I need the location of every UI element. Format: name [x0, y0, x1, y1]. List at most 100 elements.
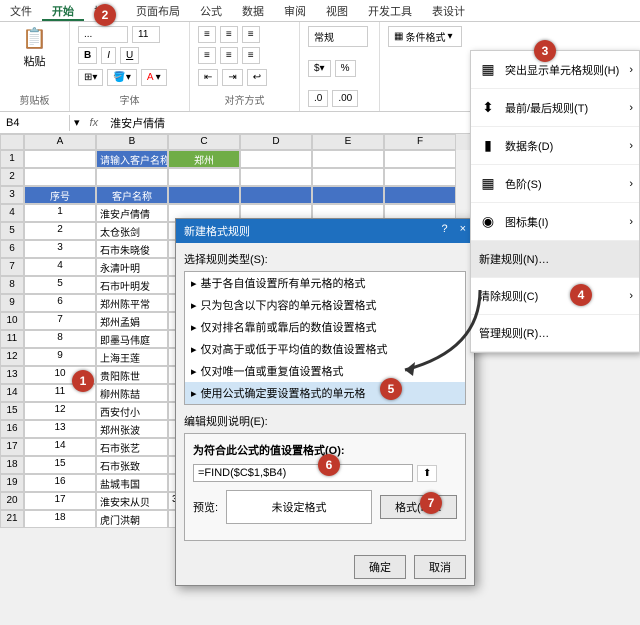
cell[interactable]: 郑州陈平常 — [96, 294, 168, 312]
font-name-dropdown[interactable]: ... — [78, 26, 128, 43]
cell[interactable]: 永清叶明 — [96, 258, 168, 276]
cell[interactable] — [384, 168, 456, 186]
font-size-dropdown[interactable]: 11 — [132, 26, 160, 43]
col-header[interactable]: A — [24, 134, 96, 150]
cell[interactable]: 西安付小 — [96, 402, 168, 420]
font-color-button[interactable]: A▾ — [141, 69, 167, 86]
cell[interactable]: 序号 — [24, 186, 96, 204]
row-header[interactable]: 1 — [0, 150, 24, 168]
menu-clear-rules[interactable]: 清除规则(C)› — [471, 278, 639, 315]
fx-icon[interactable]: fx — [84, 117, 105, 129]
percent-button[interactable]: % — [335, 60, 356, 77]
ok-button[interactable]: 确定 — [354, 555, 406, 579]
cell[interactable]: 贵阳陈世 — [96, 366, 168, 384]
cell[interactable]: 柳州陈喆 — [96, 384, 168, 402]
rule-type-item[interactable]: ▸ 使用公式确定要设置格式的单元格 — [185, 382, 465, 404]
cell[interactable]: 客户名称 — [96, 186, 168, 204]
cell[interactable]: 4 — [24, 258, 96, 276]
dec-dec[interactable]: .00 — [332, 90, 358, 107]
row-header[interactable]: 17 — [0, 438, 24, 456]
cell[interactable] — [312, 186, 384, 204]
cell[interactable]: 上海王莲 — [96, 348, 168, 366]
cell[interactable]: 8 — [24, 330, 96, 348]
cell[interactable]: 淮安卢倩倩 — [96, 204, 168, 222]
border-button[interactable]: ⊞▾ — [78, 69, 103, 86]
menu-color-scales[interactable]: ▦色阶(S)› — [471, 165, 639, 203]
tab-tabledesign[interactable]: 表设计 — [422, 0, 475, 21]
cell[interactable] — [312, 150, 384, 168]
select-all-corner[interactable] — [0, 134, 24, 150]
tab-view[interactable]: 视图 — [316, 0, 358, 21]
cell[interactable] — [240, 168, 312, 186]
currency-button[interactable]: $▾ — [308, 60, 331, 77]
range-picker-icon[interactable]: ⬆ — [417, 465, 437, 482]
tab-dev[interactable]: 开发工具 — [358, 0, 422, 21]
cell[interactable] — [240, 150, 312, 168]
align-bot[interactable]: ≡ — [242, 26, 260, 43]
cell[interactable]: 石市叶明发 — [96, 276, 168, 294]
paste-button[interactable]: 📋 粘贴 — [8, 26, 61, 69]
align-center[interactable]: ≡ — [220, 47, 238, 64]
namebox-dropdown-icon[interactable]: ▾ — [70, 116, 84, 129]
align-right[interactable]: ≡ — [242, 47, 260, 64]
underline-button[interactable]: U — [120, 47, 139, 64]
indent-dec[interactable]: ⇤ — [198, 69, 218, 86]
menu-icon-sets[interactable]: ◉图标集(I)› — [471, 203, 639, 241]
cell[interactable] — [168, 186, 240, 204]
menu-manage-rules[interactable]: 管理规则(R)… — [471, 315, 639, 352]
tab-review[interactable]: 审阅 — [274, 0, 316, 21]
row-header[interactable]: 8 — [0, 276, 24, 294]
number-format-dropdown[interactable]: 常规 — [308, 26, 368, 47]
align-mid[interactable]: ≡ — [220, 26, 238, 43]
row-header[interactable]: 11 — [0, 330, 24, 348]
cell[interactable]: 即墨马伟庭 — [96, 330, 168, 348]
row-header[interactable]: 12 — [0, 348, 24, 366]
cell[interactable] — [240, 186, 312, 204]
tab-layout[interactable]: 页面布局 — [126, 0, 190, 21]
cell[interactable]: 15 — [24, 456, 96, 474]
indent-inc[interactable]: ⇥ — [222, 69, 242, 86]
tab-data[interactable]: 数据 — [232, 0, 274, 21]
menu-top-bottom[interactable]: ⬍最前/最后规则(T)› — [471, 89, 639, 127]
dialog-titlebar[interactable]: 新建格式规则 ?× — [176, 219, 474, 243]
align-top[interactable]: ≡ — [198, 26, 216, 43]
menu-highlight-rules[interactable]: ▦突出显示单元格规则(H)› — [471, 51, 639, 89]
menu-new-rule[interactable]: 新建规则(N)… — [471, 241, 639, 278]
col-header[interactable]: B — [96, 134, 168, 150]
row-header[interactable]: 18 — [0, 456, 24, 474]
cell[interactable]: 郑州 — [168, 150, 240, 168]
close-button[interactable]: × — [460, 223, 466, 235]
cancel-button[interactable]: 取消 — [414, 555, 466, 579]
row-header[interactable]: 19 — [0, 474, 24, 492]
cell[interactable]: 太仓张剑 — [96, 222, 168, 240]
cell[interactable]: 石市张艺 — [96, 438, 168, 456]
cell[interactable]: 6 — [24, 294, 96, 312]
cell[interactable] — [312, 168, 384, 186]
format-button[interactable]: 格式(F)… — [380, 495, 457, 519]
col-header[interactable]: F — [384, 134, 456, 150]
cell[interactable]: 郑州张波 — [96, 420, 168, 438]
cell[interactable]: 7 — [24, 312, 96, 330]
formula-input[interactable]: =FIND($C$1,$B4) — [193, 464, 413, 482]
col-header[interactable]: C — [168, 134, 240, 150]
cell[interactable] — [24, 150, 96, 168]
cell[interactable] — [96, 168, 168, 186]
col-header[interactable]: D — [240, 134, 312, 150]
cell[interactable]: 1 — [24, 204, 96, 222]
cell[interactable]: 9 — [24, 348, 96, 366]
row-header[interactable]: 2 — [0, 168, 24, 186]
dec-inc[interactable]: .0 — [308, 90, 328, 107]
row-header[interactable]: 16 — [0, 420, 24, 438]
row-header[interactable]: 5 — [0, 222, 24, 240]
row-header[interactable]: 9 — [0, 294, 24, 312]
fill-color-button[interactable]: 🪣▾ — [107, 69, 136, 86]
row-header[interactable]: 10 — [0, 312, 24, 330]
name-box[interactable]: B4 — [0, 115, 70, 131]
row-header[interactable]: 20 — [0, 492, 24, 510]
cell[interactable]: 13 — [24, 420, 96, 438]
row-header[interactable]: 14 — [0, 384, 24, 402]
cell[interactable]: 石市朱晓俊 — [96, 240, 168, 258]
cell[interactable]: 虎门洪朝 — [96, 510, 168, 528]
tab-file[interactable]: 文件 — [0, 0, 42, 21]
cell[interactable]: 12 — [24, 402, 96, 420]
